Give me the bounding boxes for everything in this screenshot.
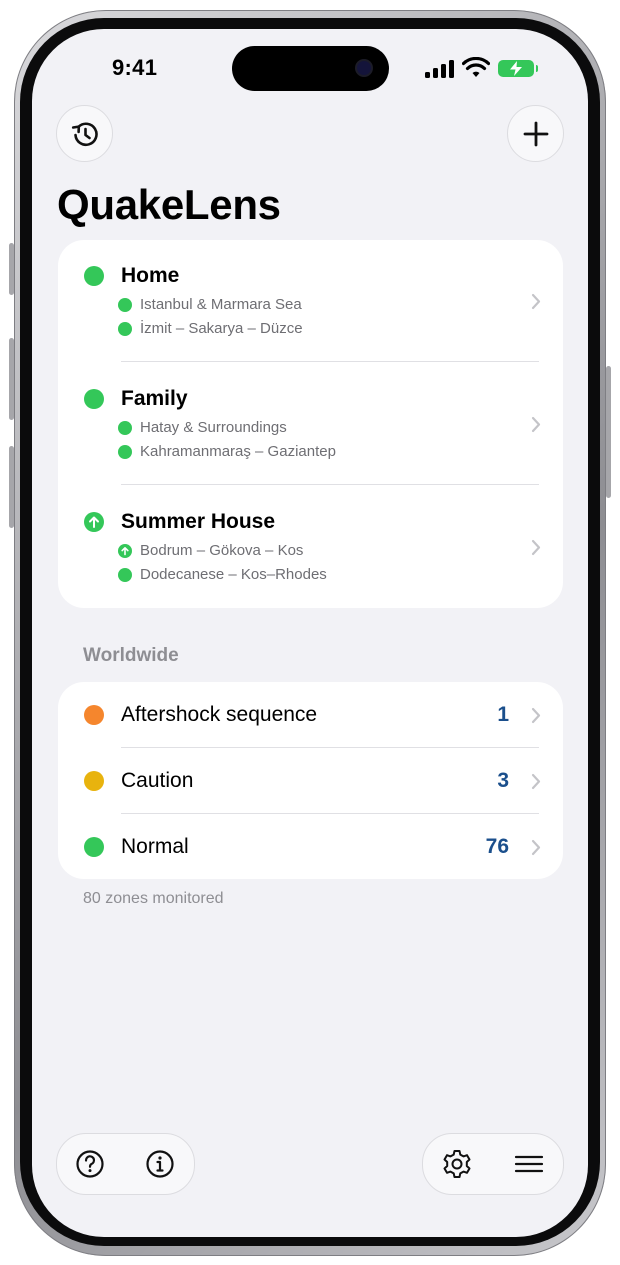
chevron-right-icon [531,293,541,310]
status-dot [84,837,104,857]
settings-icon [443,1150,471,1178]
battery-charging-icon [498,60,538,77]
volume-down-button [9,446,14,528]
page-title: QuakeLens [57,181,281,228]
plus-icon [523,121,548,146]
zone-row-family[interactable]: Family Hatay & Surroundings Kahramanmara… [58,363,563,485]
chevron-right-icon [531,539,541,556]
camera [357,61,371,75]
status-dot [84,266,104,286]
screen: 9:41 QuakeLens Home Istanbul & Marmara S… [32,29,588,1237]
status-rising-icon [84,512,104,532]
bottom-right-toolbar [422,1133,564,1195]
status-dot [84,389,104,409]
power-button [606,366,611,498]
dynamic-island [232,46,389,91]
zone-name: Home [121,264,180,287]
status-dot [84,771,104,791]
zone-name: Family [121,387,188,410]
worldwide-row-caution[interactable]: Caution 3 [58,748,563,814]
zones-monitored-count: 80 zones monitored [83,890,224,907]
menu-button[interactable] [499,1134,559,1194]
region-item: Kahramanmaraş – Gaziantep [118,443,336,460]
cellular-signal-icon [425,60,455,78]
wifi-icon [462,57,490,77]
info-button[interactable] [130,1134,190,1194]
status-dot [118,444,132,459]
chevron-right-icon [531,707,541,724]
help-button[interactable] [60,1134,120,1194]
region-item: Istanbul & Marmara Sea [118,296,302,313]
zone-row-summer-house[interactable]: Summer House Bodrum – Gökova – Kos Dodec… [58,486,563,608]
settings-button[interactable] [427,1134,487,1194]
row-label: Normal [121,835,189,858]
chevron-right-icon [531,416,541,433]
status-dot [118,567,132,582]
zone-name: Summer House [121,510,276,533]
row-count: 3 [497,769,509,792]
worldwide-row-aftershock[interactable]: Aftershock sequence 1 [58,682,563,748]
status-dot [84,705,104,725]
region-item: İzmit – Sakarya – Düzce [118,320,303,337]
volume-up-button [9,338,14,420]
divider [121,361,539,362]
zone-row-home[interactable]: Home Istanbul & Marmara Sea İzmit – Saka… [58,240,563,362]
info-icon [146,1150,174,1178]
region-item: Hatay & Surroundings [118,419,287,436]
status-dot [118,297,132,312]
worldwide-row-normal[interactable]: Normal 76 [58,814,563,880]
section-header-worldwide: Worldwide [83,645,179,666]
status-time: 9:41 [112,55,158,80]
my-zones-card: Home Istanbul & Marmara Sea İzmit – Saka… [58,240,563,608]
region-item: Bodrum – Gökova – Kos [118,542,303,559]
status-rising-icon [118,543,132,558]
help-icon [76,1150,104,1178]
divider [121,484,539,485]
row-count: 1 [497,703,509,726]
row-label: Aftershock sequence [121,703,318,726]
chevron-right-icon [531,839,541,856]
menu-icon [514,1155,544,1173]
status-dot [118,321,132,336]
status-dot [118,420,132,435]
history-button[interactable] [56,105,113,162]
action-button [9,243,14,295]
region-item: Dodecanese – Kos–Rhodes [118,566,327,583]
bottom-left-toolbar [56,1133,195,1195]
history-icon [71,121,98,146]
chevron-right-icon [531,773,541,790]
row-count: 76 [485,835,509,858]
add-zone-button[interactable] [507,105,564,162]
row-label: Caution [121,769,194,792]
worldwide-card: Aftershock sequence 1 Caution 3 Normal 7… [58,682,563,879]
